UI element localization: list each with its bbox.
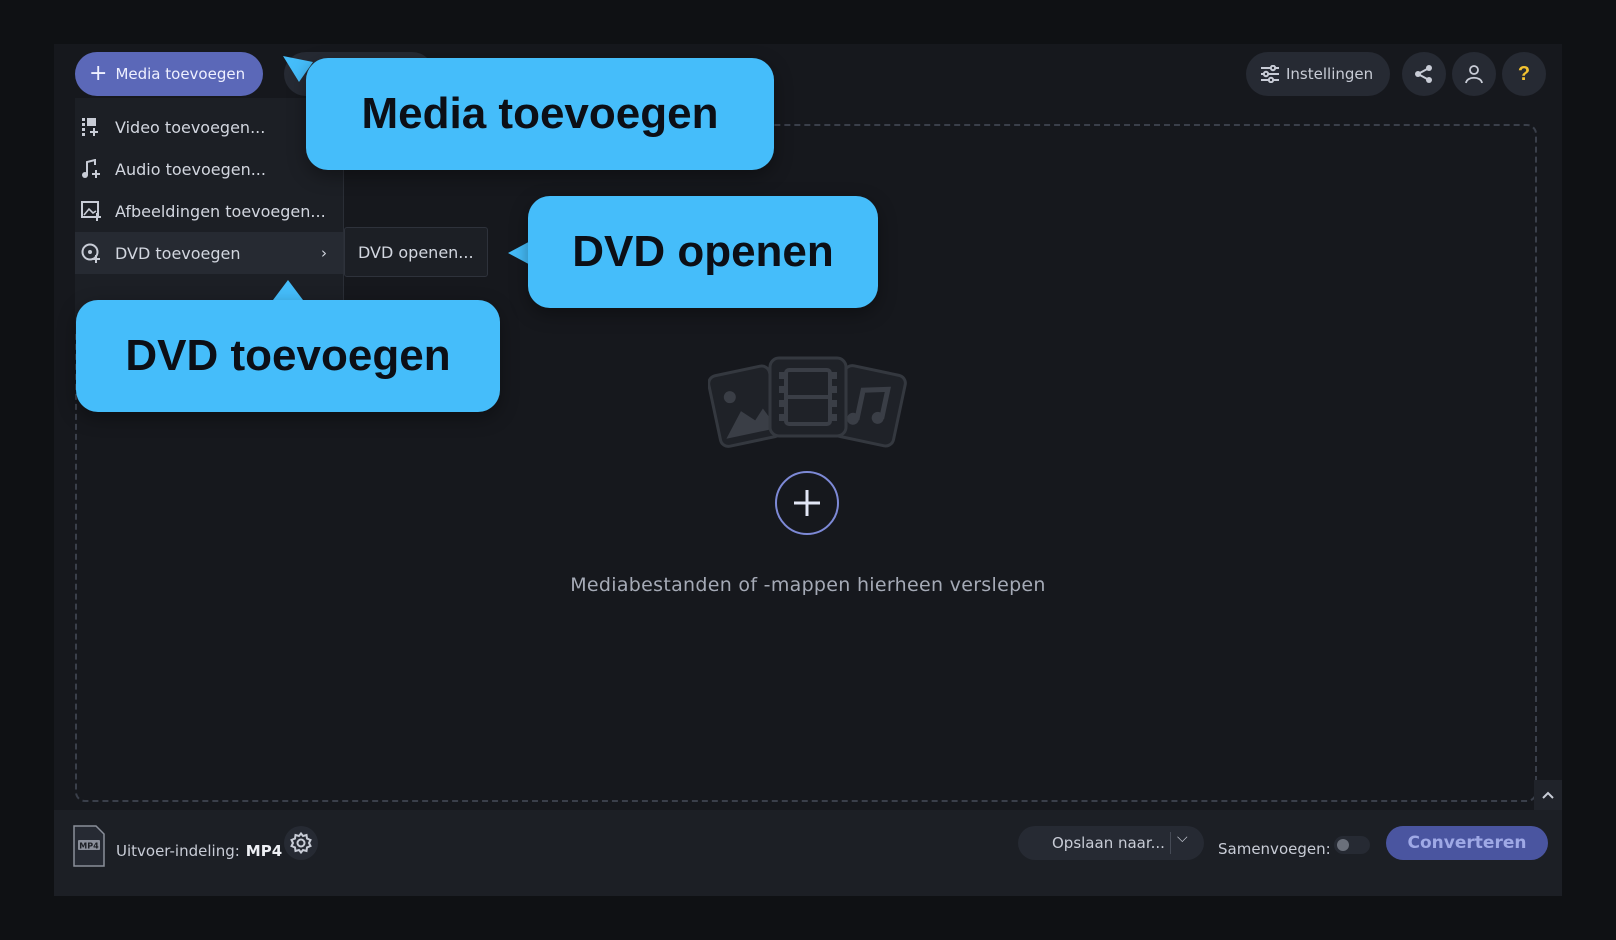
plus-icon: + — [89, 61, 108, 86]
collapse-button[interactable] — [1534, 780, 1562, 810]
merge-toggle[interactable] — [1334, 836, 1370, 854]
menu-item-add-images[interactable]: Afbeeldingen toevoegen... — [75, 190, 343, 232]
share-icon — [1415, 65, 1432, 83]
menu-item-add-video[interactable]: Video toevoegen... — [75, 106, 343, 148]
menu-item-label: Afbeeldingen toevoegen... — [115, 201, 326, 221]
user-icon — [1465, 65, 1483, 84]
output-format-value: MP4 — [245, 842, 283, 860]
chevron-down-icon[interactable]: ⌵ — [1177, 830, 1188, 846]
bottom-bar: MP4 Uitvoer-indeling: MP4 Opslaan naar...… — [54, 810, 1562, 896]
help-button[interactable]: ? — [1502, 52, 1546, 96]
media-illustration-icon — [707, 356, 908, 452]
callout-dvd-toevoegen: DVD toevoegen — [76, 300, 500, 412]
menu-item-label: DVD toevoegen — [115, 243, 241, 263]
menu-item-label: Audio toevoegen... — [115, 159, 266, 179]
sliders-icon — [1261, 65, 1279, 83]
plus-icon — [794, 490, 820, 516]
app-window: + Media toevoegen Instellingen ? Mediabe… — [54, 44, 1562, 896]
add-files-button[interactable] — [775, 471, 839, 535]
settings-label: Instellingen — [1286, 65, 1374, 83]
menu-item-label: Video toevoegen... — [115, 117, 266, 137]
callout-dvd-openen: DVD openen — [528, 196, 878, 308]
merge-label: Samenvoegen: — [1218, 840, 1331, 858]
callout-media-toevoegen: Media toevoegen — [306, 58, 774, 170]
audio-add-icon — [82, 159, 100, 178]
save-to-button[interactable]: Opslaan naar... ⌵ — [1018, 826, 1204, 860]
submenu-item-label: DVD openen... — [358, 242, 474, 262]
share-button[interactable] — [1402, 52, 1446, 96]
toggle-knob — [1337, 839, 1349, 851]
add-media-button[interactable]: + Media toevoegen — [75, 52, 263, 96]
convert-button[interactable]: Converteren — [1386, 826, 1548, 860]
gear-icon — [290, 832, 312, 854]
svg-text:MP4: MP4 — [79, 842, 99, 851]
dvd-icon — [81, 243, 100, 263]
output-format-caption: Uitvoer-indeling: — [116, 842, 240, 860]
menu-item-add-audio[interactable]: Audio toevoegen... — [75, 148, 343, 190]
help-icon: ? — [1517, 62, 1531, 85]
submenu-item-open-dvd[interactable]: DVD openen... — [344, 227, 488, 277]
settings-button[interactable]: Instellingen — [1246, 52, 1390, 96]
account-button[interactable] — [1452, 52, 1496, 96]
separator — [1170, 832, 1171, 854]
chevron-up-icon — [1542, 791, 1554, 799]
mp4-file-icon: MP4 — [72, 824, 106, 872]
video-add-icon — [82, 118, 98, 136]
menu-item-add-dvd[interactable]: DVD toevoegen › — [75, 232, 343, 274]
add-media-label: Media toevoegen — [115, 65, 246, 83]
chevron-right-icon: › — [321, 244, 327, 262]
save-to-label: Opslaan naar... — [1052, 834, 1165, 852]
image-add-icon — [81, 201, 101, 221]
drop-hint-text: Mediabestanden of -mappen hierheen versl… — [570, 574, 1046, 596]
output-format-label: Uitvoer-indeling: MP4 — [116, 842, 282, 860]
format-settings-button[interactable] — [284, 826, 318, 860]
